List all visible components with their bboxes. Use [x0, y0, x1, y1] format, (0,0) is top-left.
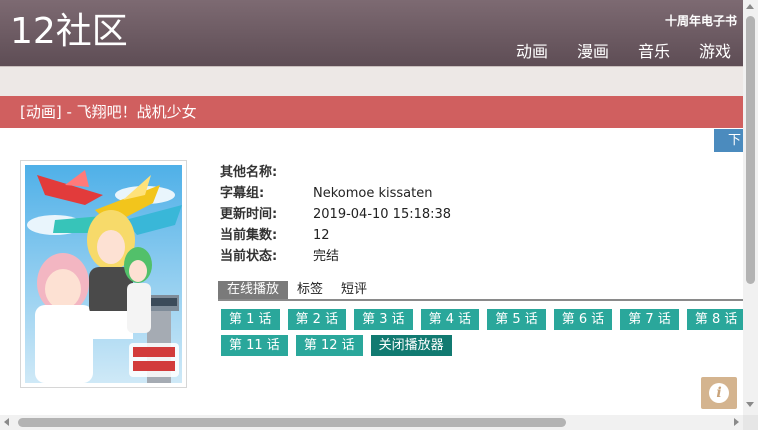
info-label: 其他名称:: [220, 165, 278, 180]
episode-button-3[interactable]: 第 3 话: [354, 309, 413, 330]
tab-online-play[interactable]: 在线播放: [218, 281, 289, 299]
cover-image[interactable]: [25, 165, 182, 383]
scrollbar-corner: [743, 415, 758, 430]
episode-button-12[interactable]: 第 12 话: [295, 335, 363, 356]
info-row-subgroup: 字幕组: Nekomoe kissaten: [220, 183, 451, 204]
episode-row: 第 11 话 第 12 话 关闭播放器: [221, 335, 460, 356]
vertical-scrollbar-thumb[interactable]: [746, 16, 755, 284]
info-label: 字幕组:: [220, 186, 265, 201]
info-button[interactable]: i: [701, 377, 737, 409]
main-nav: 动画 漫画 音乐 游戏: [487, 38, 731, 62]
nav-item-games[interactable]: 游戏: [699, 38, 731, 62]
tab-tags[interactable]: 标签: [288, 281, 332, 299]
episode-button-4[interactable]: 第 4 话: [420, 309, 480, 330]
episode-button-2[interactable]: 第 2 话: [287, 309, 347, 330]
info-icon: i: [709, 383, 729, 403]
vertical-scrollbar[interactable]: [743, 0, 758, 415]
info-label: 更新时间:: [220, 207, 278, 222]
ebook-link[interactable]: 十周年电子书: [665, 12, 737, 29]
episode-list: 第 1 话 第 2 话 第 3 话 第 4 话 第 5 话 第 6 话 第 7 …: [221, 309, 743, 359]
horizontal-scrollbar-thumb[interactable]: [18, 418, 566, 427]
horizontal-scrollbar[interactable]: [0, 415, 743, 430]
episode-button-1[interactable]: 第 1 话: [221, 309, 280, 330]
site-header: 12社区 十周年电子书 动画 漫画 音乐 游戏: [0, 0, 743, 66]
episode-button-5[interactable]: 第 5 话: [487, 309, 546, 330]
info-row-status: 当前状态: 完结: [220, 246, 451, 267]
info-row-updated: 更新时间: 2019-04-10 15:18:38: [220, 204, 451, 225]
download-tab[interactable]: 下: [714, 129, 743, 152]
episode-button-6[interactable]: 第 6 话: [553, 309, 613, 330]
page-title-bar: [动画] - 飞翔吧！战机少女: [0, 96, 743, 128]
header-spacer: [0, 66, 743, 96]
anime-info: 其他名称: 字幕组: Nekomoe kissaten 更新时间: 2019-0…: [220, 162, 451, 267]
cover-image-frame: [20, 160, 187, 388]
nav-item-music[interactable]: 音乐: [638, 38, 670, 62]
episode-button-11[interactable]: 第 11 话: [221, 335, 288, 356]
info-value: 12: [313, 228, 330, 243]
info-label: 当前集数:: [220, 228, 278, 243]
episode-button-8[interactable]: 第 8 话: [686, 309, 743, 330]
nav-item-anime[interactable]: 动画: [516, 38, 548, 62]
episode-button-7[interactable]: 第 7 话: [620, 309, 679, 330]
page-title: [动画] - 飞翔吧！战机少女: [20, 103, 197, 121]
scroll-down-arrow-icon[interactable]: [746, 402, 754, 407]
info-label: 当前状态:: [220, 249, 278, 264]
nav-item-manga[interactable]: 漫画: [577, 38, 609, 62]
info-value: 2019-04-10 15:18:38: [313, 207, 452, 222]
site-logo[interactable]: 12社区: [10, 12, 128, 52]
episode-row: 第 1 话 第 2 话 第 3 话 第 4 话 第 5 话 第 6 话 第 7 …: [221, 309, 743, 330]
scroll-left-arrow-icon[interactable]: [4, 418, 9, 426]
content-tabs: 在线播放 标签 短评: [218, 281, 743, 301]
info-row-episodes: 当前集数: 12: [220, 225, 451, 246]
close-player-button[interactable]: 关闭播放器: [370, 335, 452, 356]
scroll-right-arrow-icon[interactable]: [734, 418, 739, 426]
scroll-up-arrow-icon[interactable]: [746, 4, 754, 9]
tab-reviews[interactable]: 短评: [332, 281, 376, 299]
info-value: 完结: [313, 249, 340, 264]
info-value: Nekomoe kissaten: [313, 186, 433, 201]
info-row-alias: 其他名称:: [220, 162, 451, 183]
